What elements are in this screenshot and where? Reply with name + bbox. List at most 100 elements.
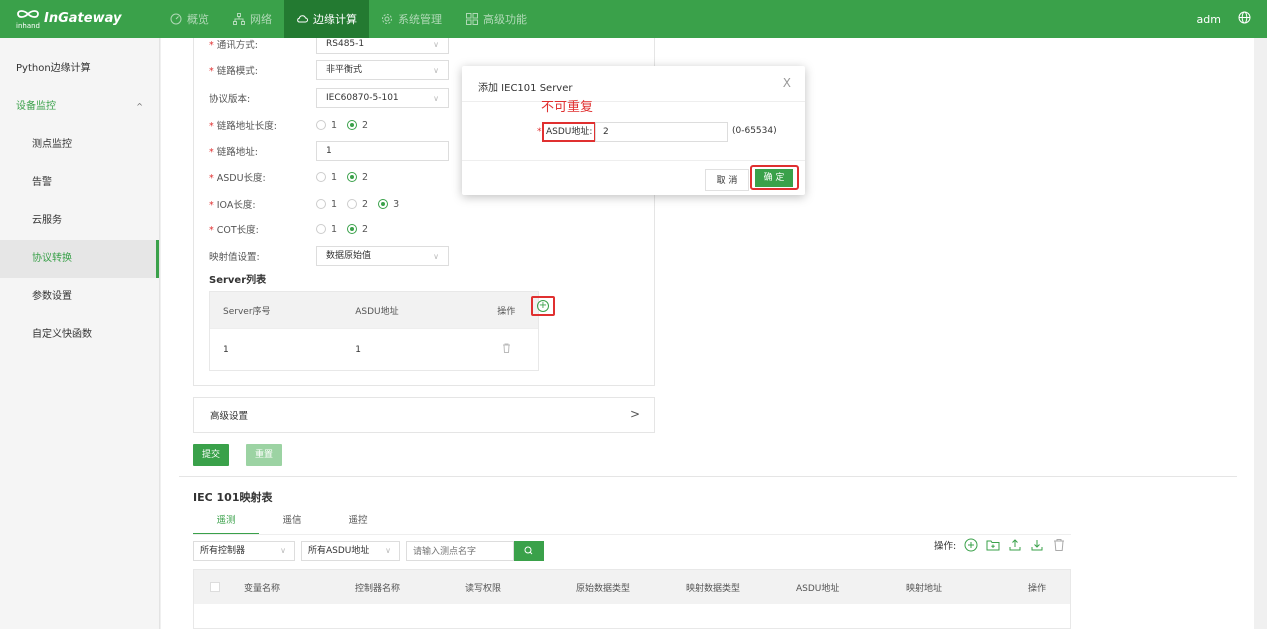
trash-icon[interactable] — [502, 343, 511, 353]
point-search-input[interactable] — [406, 541, 514, 561]
advanced-settings-collapse[interactable]: 高级设置 > — [193, 397, 655, 433]
sidebar-item-cloud-service[interactable]: 云服务 — [0, 202, 159, 240]
protocol-version-select[interactable]: IEC60870-5-101 ∨ — [316, 88, 449, 108]
divider — [179, 476, 1237, 477]
sidebar-item-label: 协议转换 — [32, 253, 72, 264]
column-header: 控制器名称 — [355, 583, 401, 594]
radio-option-2[interactable]: 2 — [347, 120, 368, 131]
field-label: 映射值设置: — [209, 252, 260, 263]
sidebar-item-alarm[interactable]: 告警 — [0, 164, 159, 202]
search-button[interactable] — [514, 541, 544, 561]
radio-option-1[interactable]: 1 — [316, 224, 337, 235]
link-addr-input[interactable]: 1 — [316, 141, 449, 161]
radio-option-1[interactable]: 1 — [316, 172, 337, 183]
radio-option-1[interactable]: 1 — [316, 199, 337, 210]
asdu-filter-select[interactable]: 所有ASDU地址 ∨ — [301, 541, 400, 561]
plus-circle-icon[interactable] — [964, 538, 978, 552]
nav-overview[interactable]: 概览 — [158, 0, 221, 38]
field-link-addr-len: * 链路地址长度: 1 2 — [209, 119, 369, 133]
field-label: 通讯方式: — [216, 40, 258, 51]
dialog-title: 添加 IEC101 Server — [478, 83, 573, 94]
cancel-button[interactable]: 取 消 — [705, 169, 749, 191]
gear-icon — [382, 14, 392, 24]
map-value-select[interactable]: 数据原始值 ∨ — [316, 246, 449, 266]
nav-system-label: 系统管理 — [398, 13, 442, 26]
close-icon[interactable]: X — [783, 76, 791, 90]
field-protocol-version: 协议版本: IEC60870-5-101 ∨ — [209, 88, 459, 108]
reset-button[interactable]: 重置 — [246, 444, 283, 466]
column-header: ASDU地址 — [796, 583, 840, 594]
sidebar-item-label: 自定义快函数 — [32, 329, 92, 340]
column-header: 映射数据类型 — [686, 583, 741, 594]
sidebar-item-label: Python边缘计算 — [16, 63, 91, 74]
radio-option-2[interactable]: 2 — [347, 199, 368, 210]
folder-add-icon[interactable] — [986, 538, 1000, 552]
radio-option-2[interactable]: 2 — [347, 224, 368, 235]
advanced-settings-label: 高级设置 — [210, 411, 249, 422]
user-name[interactable]: adm — [1197, 13, 1221, 26]
nav-edge-computing[interactable]: 边缘计算 — [284, 0, 369, 38]
server-asdu: 1 — [355, 344, 361, 355]
grid-icon — [466, 13, 478, 25]
chevron-down-icon: ∨ — [433, 252, 439, 261]
ok-button-highlight: 确 定 — [750, 165, 799, 190]
field-label: 链路地址: — [216, 147, 258, 158]
submit-button[interactable]: 提交 — [193, 444, 230, 466]
select-all-checkbox[interactable] — [210, 582, 220, 592]
comm-method-select[interactable]: RS485-1 ∨ — [316, 38, 449, 54]
server-index: 1 — [223, 344, 229, 355]
field-map-value: 映射值设置: 数据原始值 ∨ — [209, 246, 459, 266]
mapping-table-title: IEC 101映射表 — [193, 491, 273, 504]
globe-icon[interactable] — [1238, 11, 1251, 24]
asdu-address-input[interactable]: 2 — [595, 122, 728, 142]
add-server-button[interactable]: + — [531, 296, 555, 316]
sidebar-item-label: 云服务 — [32, 215, 62, 226]
tab-telemetry[interactable]: 遥测 — [193, 512, 259, 535]
column-header: 变量名称 — [244, 583, 281, 594]
tab-telesignal[interactable]: 遥信 — [259, 512, 325, 535]
chevron-down-icon: ∨ — [280, 546, 286, 555]
server-table: Server序号 ASDU地址 操作 1 1 — [209, 291, 539, 371]
asdu-address-label: * ASDU地址: — [537, 122, 597, 142]
table-header: Server序号 ASDU地址 操作 — [210, 292, 538, 328]
sidebar-item-protocol-convert[interactable]: 协议转换 — [0, 240, 159, 278]
brand-logo[interactable]: inhand InGateway — [16, 9, 121, 30]
nav-advanced[interactable]: 高级功能 — [454, 0, 539, 38]
mapping-tabs: 遥测 遥信 遥控 — [193, 512, 391, 535]
field-link-mode: * 链路模式: 非平衡式 ∨ — [209, 60, 459, 80]
trash-icon[interactable] — [1052, 538, 1066, 552]
mapping-table: 变量名称 控制器名称 读写权限 原始数据类型 映射数据类型 ASDU地址 映射地… — [193, 569, 1071, 629]
nav-edge-computing-label: 边缘计算 — [313, 13, 357, 26]
plus-circle-icon: + — [537, 300, 549, 312]
link-mode-select[interactable]: 非平衡式 ∨ — [316, 60, 449, 80]
nav-network[interactable]: 网络 — [221, 0, 284, 38]
field-label: 链路模式: — [216, 66, 258, 77]
download-icon[interactable] — [1030, 538, 1044, 552]
search-icon — [524, 546, 533, 555]
chevron-down-icon: ∨ — [433, 40, 439, 49]
tab-telecontrol[interactable]: 遥控 — [325, 512, 391, 535]
chevron-down-icon: ∨ — [385, 546, 391, 555]
radio-option-1[interactable]: 1 — [316, 120, 337, 131]
vertical-scrollbar[interactable] — [1254, 38, 1267, 629]
sidebar-item-params[interactable]: 参数设置 — [0, 278, 159, 316]
sidebar-item-custom-func[interactable]: 自定义快函数 — [0, 316, 159, 354]
chevron-down-icon: ∨ — [433, 66, 439, 75]
sidebar-item-label: 参数设置 — [32, 291, 72, 302]
radio-option-2[interactable]: 2 — [347, 172, 368, 183]
sidebar-group-device-monitor[interactable]: 设备监控 ^ — [0, 88, 159, 126]
field-label: ASDU长度: — [216, 173, 266, 184]
ok-button[interactable]: 确 定 — [755, 169, 793, 187]
field-cot-len: * COT长度: 1 2 — [209, 223, 369, 237]
sidebar-item-point-monitor[interactable]: 测点监控 — [0, 126, 159, 164]
nav-system[interactable]: 系统管理 — [369, 0, 454, 38]
upload-icon[interactable] — [1008, 538, 1022, 552]
column-header: 操作 — [497, 306, 516, 317]
nav-network-label: 网络 — [250, 13, 272, 26]
controller-filter-select[interactable]: 所有控制器 ∨ — [193, 541, 295, 561]
sidebar-item-label: 测点监控 — [32, 139, 72, 150]
sidebar-item-python-edge[interactable]: Python边缘计算 — [0, 50, 159, 88]
column-header: Server序号 — [223, 306, 271, 317]
radio-option-3[interactable]: 3 — [378, 199, 399, 210]
tab-underline — [193, 534, 1071, 535]
